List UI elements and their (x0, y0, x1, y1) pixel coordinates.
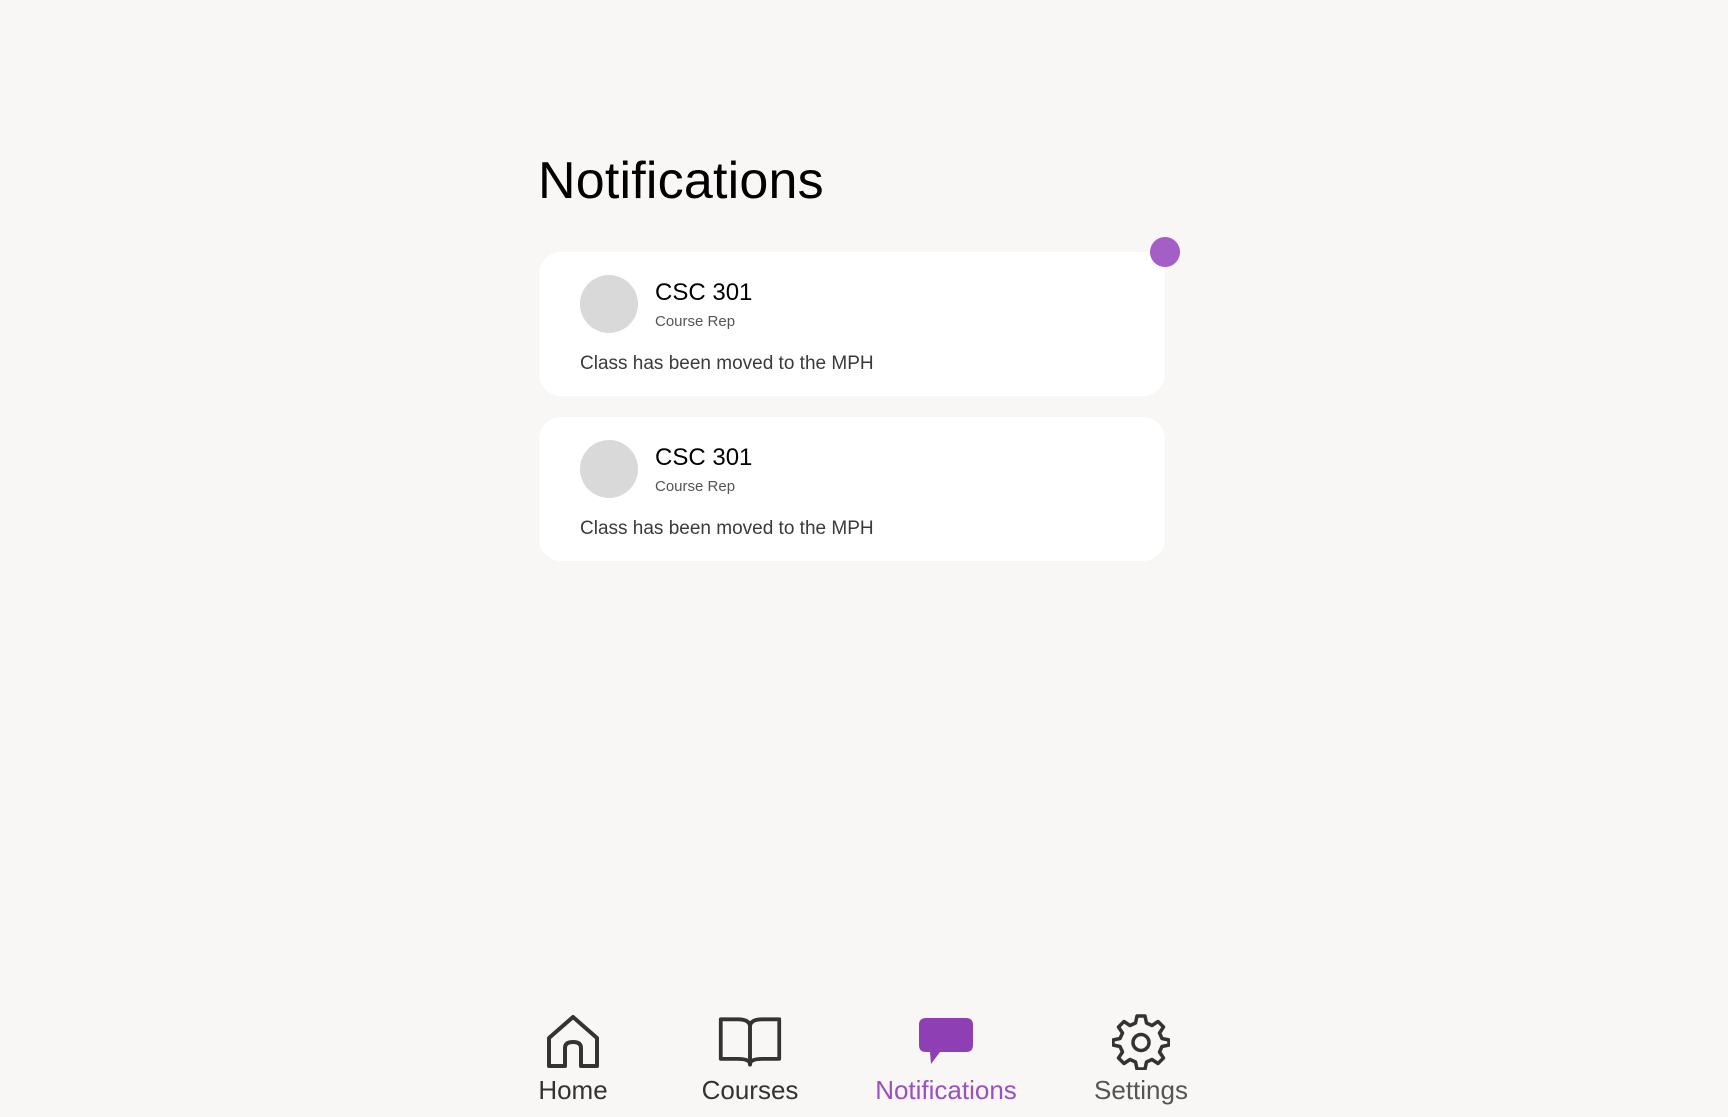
nav-item-home[interactable]: Home (538, 1010, 608, 1106)
nav-item-courses[interactable]: Courses (702, 1010, 798, 1106)
notification-sender-role: Course Rep (655, 313, 736, 330)
notification-card[interactable]: CSC 301 Course Rep Class has been moved … (539, 417, 1165, 561)
unread-indicator (1150, 237, 1180, 267)
notification-list: CSC 301 Course Rep Class has been moved … (539, 237, 1180, 582)
page-title: Notifications (538, 152, 824, 210)
nav-label-notifications: Notifications (875, 1075, 1017, 1105)
avatar (580, 275, 638, 333)
nav-item-settings[interactable]: Settings (1093, 1010, 1189, 1106)
gear-icon (1108, 1010, 1174, 1072)
bottom-nav: Home Courses Notifications Settings (0, 1010, 1728, 1117)
notification-title: CSC 301 (655, 444, 753, 471)
nav-item-notifications[interactable]: Notifications (872, 1010, 1020, 1106)
notification-sender-role: Course Rep (655, 478, 736, 495)
notifications-screen: Notifications CSC 301 Course Rep Class h… (0, 0, 1728, 1117)
book-icon (717, 1010, 783, 1072)
nav-label-settings: Settings (1094, 1075, 1188, 1105)
notification-message: Class has been moved to the MPH (580, 518, 874, 539)
avatar (580, 440, 638, 498)
notification-message: Class has been moved to the MPH (580, 353, 874, 374)
home-icon (540, 1010, 606, 1072)
nav-label-home: Home (538, 1075, 608, 1105)
chat-bubble-icon (913, 1010, 979, 1072)
nav-label-courses: Courses (701, 1075, 799, 1105)
notification-card[interactable]: CSC 301 Course Rep Class has been moved … (539, 237, 1180, 396)
notification-title: CSC 301 (655, 279, 753, 306)
